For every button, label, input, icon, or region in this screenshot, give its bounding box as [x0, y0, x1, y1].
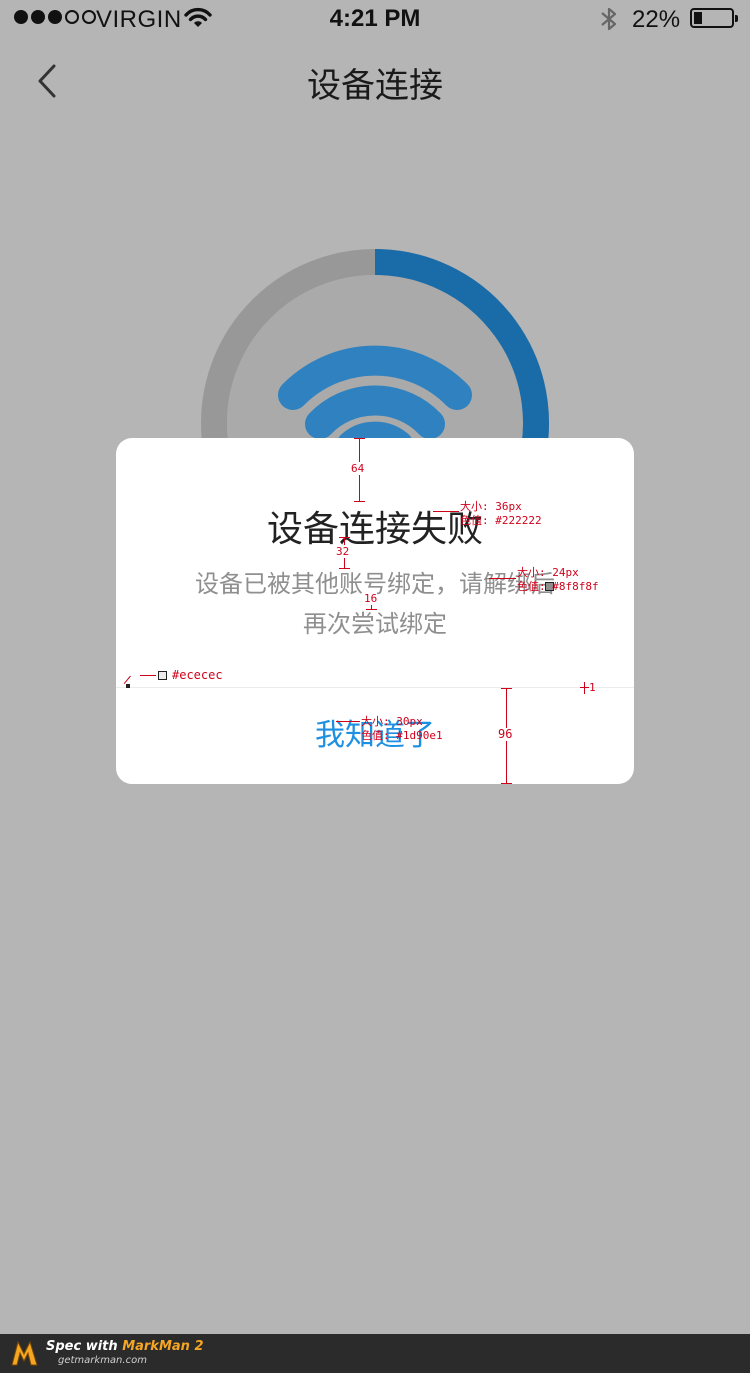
page-title: 设备连接 — [307, 66, 443, 106]
battery-percentage: 22% — [632, 6, 681, 33]
spec-pointer — [433, 511, 459, 512]
markman-url: getmarkman.com — [58, 1355, 147, 1366]
spec-button-color: 色值: #1d90e1 — [361, 729, 443, 742]
spec-measure-cap — [501, 783, 512, 784]
spec-measure-line — [584, 682, 585, 694]
spec-divider-height: 1 — [589, 681, 596, 694]
spec-gap-label: 64 — [351, 462, 365, 475]
spec-color-swatch — [158, 671, 167, 680]
spec-measure-cap — [354, 438, 365, 439]
spec-measure-cap — [501, 688, 512, 689]
markman-footer: Spec with MarkMan 2 getmarkman.com — [0, 1334, 750, 1373]
spec-pointer — [140, 675, 156, 676]
spec-title-size: 大小: 36px — [460, 500, 522, 513]
spec-anchor-dot — [126, 684, 130, 688]
spec-gap-label: 32 — [336, 545, 350, 558]
battery-icon — [690, 8, 738, 28]
spec-measure-cap — [366, 609, 377, 610]
spec-pointer — [489, 578, 516, 579]
markman-logo-icon — [11, 1340, 38, 1366]
dialog-message-line: 再次尝试绑定 — [303, 610, 447, 638]
spec-gap-label: 96 — [498, 727, 513, 741]
markman-tagline: Spec with MarkMan 2 — [46, 1339, 204, 1354]
dialog-title: 设备连接失败 — [266, 509, 483, 550]
bluetooth-icon — [601, 7, 617, 31]
spec-message-color: 色值: #8f8f8f — [517, 580, 599, 593]
status-bar: VIRGIN 4:21 PM 22% — [0, 0, 750, 38]
spec-divider-color: #ececec — [172, 668, 223, 682]
spec-pointer — [336, 721, 360, 722]
spec-measure-cap — [580, 687, 589, 688]
spec-measure-cap — [354, 501, 365, 502]
spec-gap-label: 16 — [364, 592, 378, 605]
spec-measure-cap — [339, 568, 350, 569]
spec-message-size: 大小: 24px — [517, 566, 579, 579]
spec-measure-cap — [339, 537, 350, 538]
spec-title-color: 色值: #222222 — [460, 514, 542, 527]
spec-button-size: 大小: 30px — [361, 715, 423, 728]
